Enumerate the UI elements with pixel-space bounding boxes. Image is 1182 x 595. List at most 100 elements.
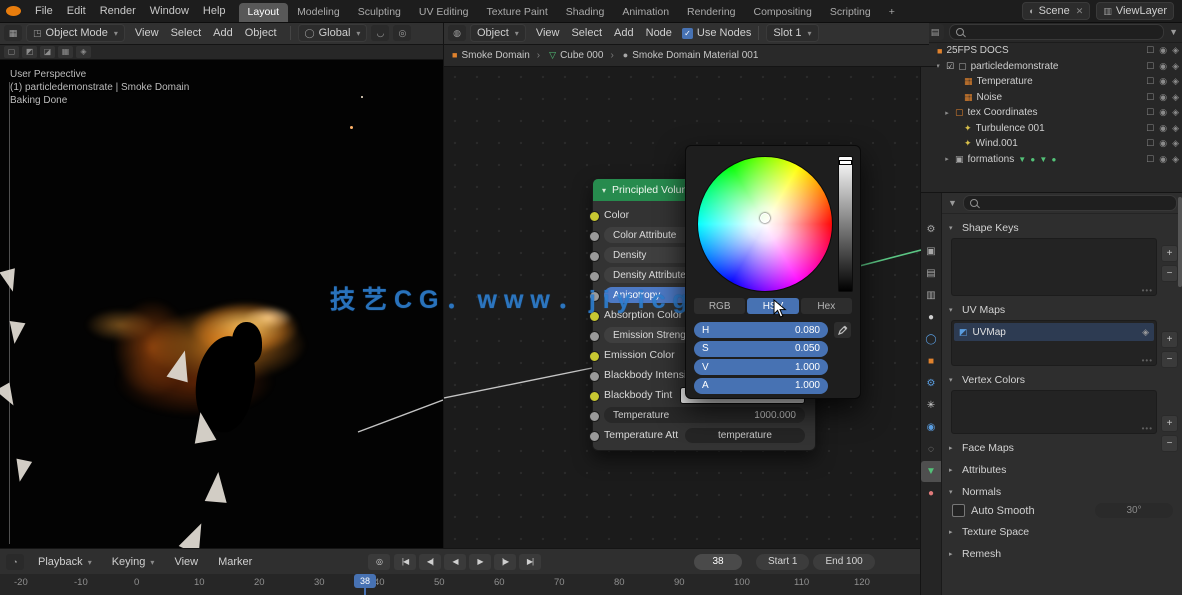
editor-type-icon[interactable]: ◍ (448, 25, 466, 41)
breadcrumb-item[interactable]: ▽ Cube 000 (532, 50, 604, 61)
remove-button[interactable]: − (1161, 435, 1178, 452)
vertex-colors-list[interactable]: ••• (951, 390, 1157, 434)
disclosure-icon[interactable]: ▸ (943, 109, 951, 117)
attribute-field[interactable]: temperature (685, 428, 805, 443)
properties-tab[interactable]: ▥ (921, 285, 941, 306)
collapse-icon[interactable]: ▾ (602, 186, 606, 195)
tool-icon[interactable]: ◩ (22, 46, 37, 58)
transform-orientation[interactable]: ◯ Global ▾ (298, 24, 368, 42)
render-camera-icon[interactable]: ◈ (1142, 327, 1149, 338)
picker-slider[interactable]: H 0.080 (694, 322, 828, 338)
disable-in-render-icon[interactable]: ◈ (1172, 123, 1179, 134)
outliner-row[interactable]: ▸ ☑ ▢ tex Coordinates ☐ ◉ ◈ (921, 105, 1182, 121)
node-socket[interactable] (589, 231, 600, 242)
tool-icon[interactable]: ◪ (40, 46, 55, 58)
disable-in-render-icon[interactable]: ◈ (1172, 138, 1179, 149)
menu-item[interactable]: Edit (60, 2, 93, 20)
breadcrumb-item[interactable]: ■ Smoke Domain (452, 50, 530, 61)
workspace-tab[interactable]: UV Editing (410, 3, 478, 22)
node-socket[interactable] (589, 251, 600, 262)
outliner-search-input[interactable] (949, 24, 1164, 40)
editor-type-icon[interactable]: ◔ (6, 554, 24, 570)
section-texture-space[interactable]: ▸ Texture Space (942, 523, 1182, 540)
view-menu[interactable]: View (168, 554, 204, 570)
scene-selector[interactable]: ◐ Scene ✕ (1022, 2, 1090, 20)
outliner-row[interactable]: ☑ ▦ Temperature ☐ ◉ ◈ (921, 74, 1182, 90)
frame-end-field[interactable]: End 100 (813, 554, 874, 570)
outliner-row[interactable]: ▾ ☑ ■ 25FPS DOCS ☐ ◉ ◈ (921, 43, 1182, 59)
properties-tab[interactable]: ■ (921, 351, 941, 372)
hide-in-viewport-icon[interactable]: ◉ (1159, 92, 1167, 103)
section-remesh[interactable]: ▸ Remesh (942, 545, 1182, 562)
editor-type-icon[interactable]: ▦ (4, 25, 22, 41)
properties-search-input[interactable] (963, 195, 1177, 211)
workspace-tab[interactable]: Layout (239, 3, 289, 22)
scrollbar[interactable] (1178, 197, 1182, 287)
viewport-menu-item[interactable]: Add (207, 25, 239, 41)
workspace-tab[interactable]: Scripting (821, 3, 880, 22)
workspace-tab[interactable]: + (880, 3, 904, 22)
workspace-tab[interactable]: Sculpting (349, 3, 410, 22)
outliner-row[interactable]: ☑ ✦ Wind.001 ☐ ◉ ◈ (921, 136, 1182, 152)
shader-type-selector[interactable]: Object ▾ (470, 24, 526, 42)
section-attributes[interactable]: ▸ Attributes (942, 461, 1182, 478)
transport-button[interactable]: |▶ (494, 554, 516, 570)
node-socket[interactable] (589, 211, 600, 222)
menu-item[interactable]: Render (93, 2, 143, 20)
workspace-tab[interactable]: Animation (613, 3, 678, 22)
properties-tab[interactable]: ▼ (921, 461, 941, 482)
value-slider[interactable] (838, 156, 853, 292)
node-socket[interactable] (589, 411, 600, 422)
disable-in-render-icon[interactable]: ◈ (1172, 76, 1179, 87)
tool-icon[interactable]: ▢ (4, 46, 19, 58)
properties-tab[interactable]: ◉ (921, 417, 941, 438)
unlink-icon[interactable]: ✕ (1076, 6, 1084, 17)
hide-in-viewport-icon[interactable]: ◉ (1159, 123, 1167, 134)
resize-grip[interactable]: ••• (1142, 286, 1153, 295)
auto-smooth-checkbox[interactable] (952, 504, 965, 517)
properties-tab[interactable]: ✳ (921, 395, 941, 416)
color-wheel[interactable] (697, 156, 833, 292)
socket-field[interactable]: Temperature 1000.000 (604, 407, 805, 423)
hide-in-viewport-icon[interactable]: ◉ (1159, 61, 1167, 72)
workspace-tab[interactable]: Shading (557, 3, 614, 22)
menu-item[interactable]: File (28, 2, 60, 20)
tool-icon[interactable]: ◈ (76, 46, 91, 58)
exclude-checkbox[interactable]: ☐ (1146, 61, 1154, 72)
properties-tab[interactable]: ⚙ (921, 373, 941, 394)
exclude-checkbox[interactable]: ☐ (1146, 154, 1154, 165)
exclude-checkbox[interactable]: ☐ (1146, 138, 1154, 149)
outliner-row[interactable]: ▸ ☑ ▣ formations ▼ ● ▼ ● ☐ ◉ ◈ (921, 152, 1182, 168)
disable-in-render-icon[interactable]: ◈ (1172, 45, 1179, 56)
add-button[interactable]: + (1161, 415, 1178, 432)
hide-in-viewport-icon[interactable]: ◉ (1159, 107, 1167, 118)
playback-menu[interactable]: Playback ▾ (32, 554, 98, 570)
resize-grip[interactable]: ••• (1142, 424, 1153, 433)
outliner-row[interactable]: ▾ ☑ ▢ particledemonstrate ☐ ◉ ◈ (921, 59, 1182, 75)
timeline-ruler[interactable]: -20-100102030405060708090100110120 38 (0, 573, 920, 595)
transport-button[interactable]: ▶ (469, 554, 491, 570)
disclosure-icon[interactable]: ▸ (943, 155, 951, 163)
shader-menu-item[interactable]: Add (608, 25, 640, 41)
workspace-tab[interactable]: Rendering (678, 3, 744, 22)
workspace-tab[interactable]: Texture Paint (478, 3, 557, 22)
properties-tab[interactable]: ● (921, 307, 941, 328)
view-layer-selector[interactable]: ▥ ViewLayer (1096, 2, 1174, 20)
picker-slider[interactable]: V 1.000 (694, 359, 828, 375)
exclude-checkbox[interactable]: ☐ (1146, 45, 1154, 56)
color-wheel-cursor[interactable] (760, 213, 770, 223)
section-vertex-colors[interactable]: ▾ Vertex Colors (942, 371, 1182, 388)
section-shape-keys[interactable]: ▾ Shape Keys (942, 219, 1182, 236)
picker-tab[interactable]: RGB (694, 298, 745, 314)
hide-in-viewport-icon[interactable]: ◉ (1159, 76, 1167, 87)
node-socket-row[interactable]: Temperature Att Temperature Att temperat… (593, 425, 815, 445)
disable-in-render-icon[interactable]: ◈ (1172, 154, 1179, 165)
outliner-row[interactable]: ☑ ▦ Noise ☐ ◉ ◈ (921, 90, 1182, 106)
playhead[interactable]: 38 (354, 574, 376, 595)
material-slot-selector[interactable]: Slot 1 ▾ (766, 24, 818, 42)
transport-button[interactable]: ◀ (444, 554, 466, 570)
viewport-menu-item[interactable]: View (129, 25, 165, 41)
picker-slider[interactable]: A 1.000 (694, 378, 828, 394)
picker-tab[interactable]: Hex (801, 298, 852, 314)
value-slider-handle[interactable] (839, 160, 852, 165)
